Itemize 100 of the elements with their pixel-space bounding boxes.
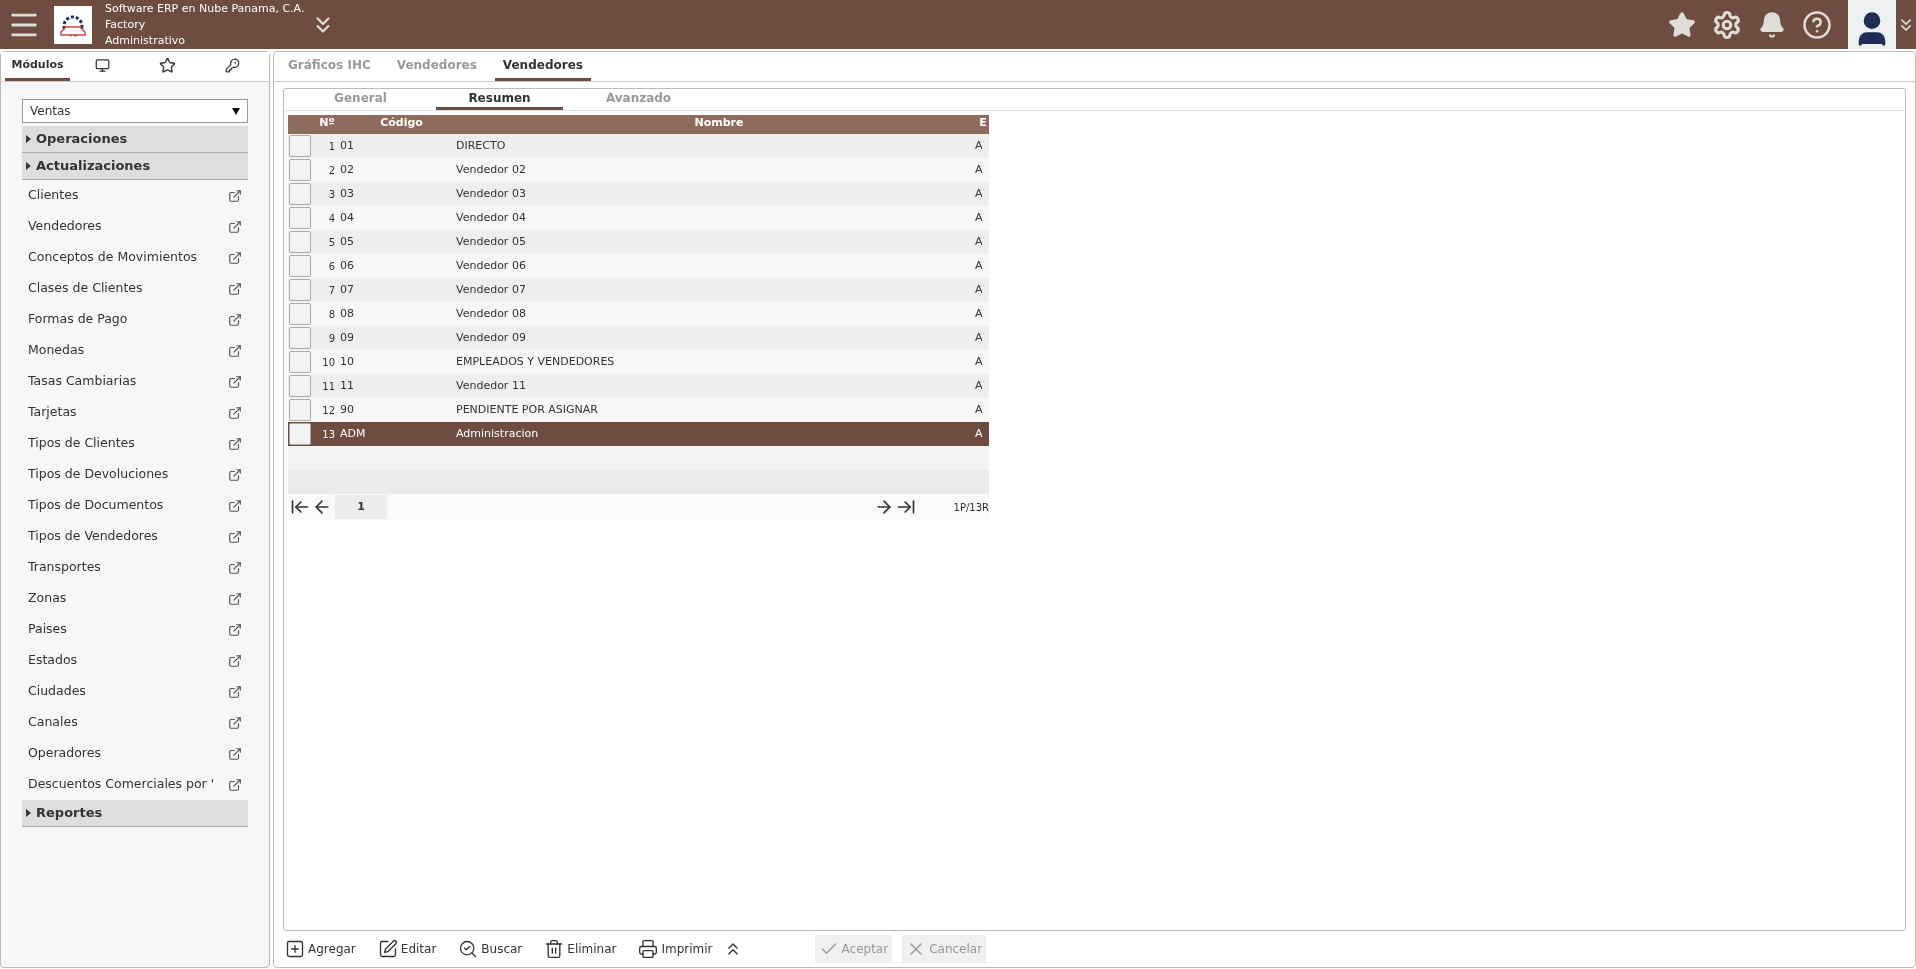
external-link-icon xyxy=(228,777,242,792)
edit-icon xyxy=(377,939,398,959)
sidebar-item[interactable]: Tipos de Documentos xyxy=(22,490,248,521)
sidebar-item[interactable]: Tipos de Devoluciones xyxy=(22,459,248,490)
help-icon xyxy=(1802,9,1832,40)
external-link-icon xyxy=(228,746,242,761)
table-cell-text: DIRECTO xyxy=(456,137,507,154)
external-link-icon xyxy=(228,715,242,730)
row-checkbox[interactable] xyxy=(289,327,311,349)
sidebar-item[interactable]: Zonas xyxy=(22,583,248,614)
external-link-icon xyxy=(228,591,242,606)
sidebar-item[interactable]: Operadores xyxy=(22,738,248,769)
settings-button[interactable] xyxy=(1712,9,1742,40)
table-row[interactable]: 2 02 Vendedor 02 A xyxy=(288,158,989,182)
sidebar-item[interactable]: Tipos de Clientes xyxy=(22,428,248,459)
row-checkbox[interactable] xyxy=(289,399,311,421)
page-summary: 1P/13R xyxy=(953,500,989,515)
row-checkbox[interactable] xyxy=(289,255,311,277)
section-header[interactable]: Reportes xyxy=(22,800,248,827)
caret-icon xyxy=(26,162,31,170)
table-row[interactable]: 1 01 DIRECTO A xyxy=(288,134,989,158)
table-row[interactable]: 12 90 PENDIENTE POR ASIGNAR A xyxy=(288,398,989,422)
sidebar-item[interactable]: Tipos de Vendedores xyxy=(22,521,248,552)
subtab[interactable]: Resumen xyxy=(436,89,563,110)
table-cell-text: A xyxy=(975,305,984,322)
external-link-icon xyxy=(228,250,242,265)
table-row[interactable]: 5 05 Vendedor 05 A xyxy=(288,230,989,254)
sidebar-item[interactable]: Clientes xyxy=(22,180,248,211)
table-row[interactable]: 9 09 Vendedor 09 A xyxy=(288,326,989,350)
trash-icon xyxy=(544,939,565,959)
row-checkbox[interactable] xyxy=(289,159,311,181)
table-row[interactable]: 8 08 Vendedor 08 A xyxy=(288,302,989,326)
sidebar-item[interactable]: Descuentos Comerciales por ' xyxy=(22,769,248,800)
avatar[interactable] xyxy=(1848,0,1896,49)
external-link-icon xyxy=(228,405,242,420)
toolbar-button[interactable]: Editar xyxy=(375,935,439,963)
table-cell-text: ADM xyxy=(339,425,367,442)
sidebar-item[interactable]: Vendedores xyxy=(22,211,248,242)
sidebar-item[interactable]: Ciudades xyxy=(22,676,248,707)
row-number: 12 xyxy=(321,403,336,418)
favorites-button[interactable] xyxy=(1668,10,1696,39)
table-row[interactable]: 6 06 Vendedor 06 A xyxy=(288,254,989,278)
table-row[interactable]: 7 07 Vendedor 07 A xyxy=(288,278,989,302)
table-cell-text: 05 xyxy=(339,233,355,250)
sidebar-item[interactable]: Paises xyxy=(22,614,248,645)
sidebar-item[interactable]: Transportes xyxy=(22,552,248,583)
table-cell-text: 90 xyxy=(339,401,355,418)
table-cell-text: Vendedor 04 xyxy=(456,209,527,226)
table-row[interactable]: 10 10 EMPLEADOS Y VENDEDORES A xyxy=(288,350,989,374)
table-cell-text: Vendedor 08 xyxy=(456,305,527,322)
row-checkbox[interactable] xyxy=(289,279,311,301)
row-checkbox[interactable] xyxy=(289,303,311,325)
row-checkbox[interactable] xyxy=(289,183,311,205)
sidebar-item[interactable]: Tasas Cambiarias xyxy=(22,366,248,397)
caret-icon xyxy=(26,135,31,143)
sidebar-item[interactable]: Estados xyxy=(22,645,248,676)
star-icon xyxy=(159,56,176,74)
column-header: E xyxy=(978,115,988,131)
sidebar-item[interactable]: Canales xyxy=(22,707,248,738)
last-page-button[interactable] xyxy=(895,497,916,517)
table-row[interactable]: 3 03 Vendedor 03 A xyxy=(288,182,989,206)
toolbar-button[interactable]: Eliminar xyxy=(542,935,619,963)
sidebar-item[interactable]: Formas de Pago xyxy=(22,304,248,335)
sidebar-item[interactable]: Monedas xyxy=(22,335,248,366)
row-checkbox[interactable] xyxy=(289,207,311,229)
row-checkbox[interactable] xyxy=(289,231,311,253)
sidebar-item[interactable]: Conceptos de Movimientos xyxy=(22,242,248,273)
module-select[interactable]: Ventas xyxy=(22,99,248,123)
table-cell-text: 06 xyxy=(339,257,355,274)
external-link-icon xyxy=(228,498,242,513)
tab[interactable]: Vendedores xyxy=(494,52,591,81)
row-checkbox[interactable] xyxy=(289,135,311,157)
row-checkbox[interactable] xyxy=(289,375,311,397)
section-header[interactable]: Operaciones xyxy=(22,126,248,153)
row-checkbox[interactable] xyxy=(289,423,311,445)
page-field[interactable]: 1 xyxy=(335,495,387,519)
table-cell-text: A xyxy=(975,257,984,274)
sidebar-item[interactable]: Tarjetas xyxy=(22,397,248,428)
table-row[interactable]: 13 ADM Administracion A xyxy=(288,422,989,446)
sidebar-item[interactable]: Clases de Clientes xyxy=(22,273,248,304)
table-cell-text: A xyxy=(975,329,984,346)
search-icon xyxy=(458,939,479,959)
external-link-icon xyxy=(228,343,242,358)
external-link-icon xyxy=(228,436,242,451)
toolbar-button[interactable]: Imprimir xyxy=(636,935,715,963)
table-row[interactable]: 4 04 Vendedor 04 A xyxy=(288,206,989,230)
section-header[interactable]: Actualizaciones xyxy=(22,153,248,180)
first-page-icon xyxy=(290,497,310,517)
toolbar-button[interactable]: Agregar xyxy=(283,935,358,963)
help-button[interactable] xyxy=(1802,9,1832,40)
row-checkbox[interactable] xyxy=(289,351,311,373)
notifications-button[interactable] xyxy=(1758,10,1786,39)
first-page-button[interactable] xyxy=(290,497,310,517)
table-cell-text: A xyxy=(975,377,984,394)
table-row[interactable]: 11 11 Vendedor 11 A xyxy=(288,374,989,398)
table-cell-text: 08 xyxy=(339,305,355,322)
toolbar-button[interactable]: Buscar xyxy=(456,935,525,963)
table-cell-text: A xyxy=(975,401,984,418)
add-icon xyxy=(285,939,305,959)
external-link-icon xyxy=(228,188,242,203)
